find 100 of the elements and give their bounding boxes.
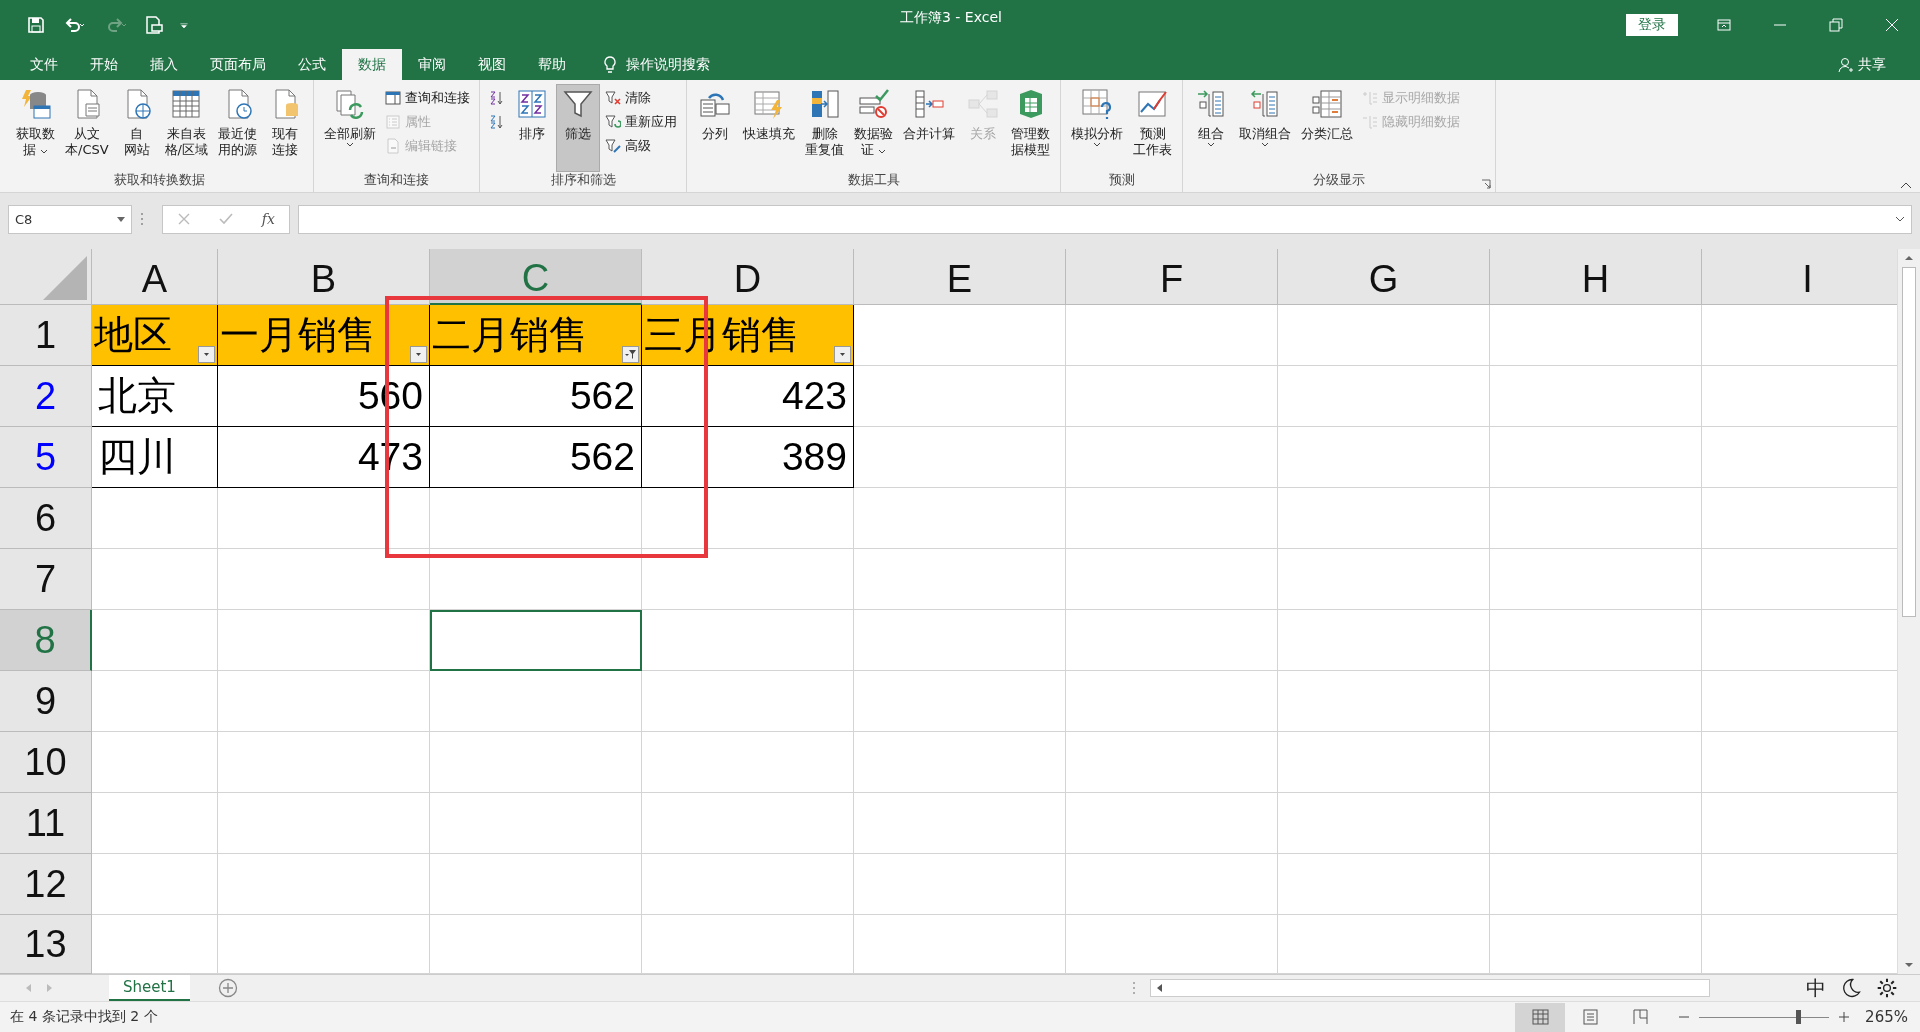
ribbon-button[interactable]: 快速填充 bbox=[739, 84, 799, 172]
grid-cell[interactable] bbox=[854, 549, 1066, 610]
add-sheet-icon[interactable] bbox=[217, 978, 238, 998]
drag-handle-icon[interactable] bbox=[140, 212, 144, 226]
filter-dropdown-button[interactable] bbox=[198, 346, 215, 363]
row-header[interactable]: 1 bbox=[0, 305, 92, 366]
column-header[interactable]: B bbox=[218, 249, 430, 305]
grid-cell[interactable] bbox=[854, 427, 1066, 488]
ribbon-button[interactable]: 预测 工作表 bbox=[1129, 84, 1176, 172]
ribbon-button[interactable]: 从文 本/CSV bbox=[61, 84, 113, 172]
row-header[interactable]: 7 bbox=[0, 549, 92, 610]
grid-cell[interactable] bbox=[218, 732, 430, 793]
grid-cell[interactable] bbox=[854, 610, 1066, 671]
previous-sheet-icon[interactable] bbox=[24, 983, 32, 993]
grid-cell[interactable] bbox=[854, 732, 1066, 793]
column-header[interactable]: A bbox=[92, 249, 218, 305]
grid-cell[interactable] bbox=[92, 610, 218, 671]
ribbon-tab[interactable]: 文件 bbox=[14, 49, 74, 80]
column-header[interactable]: C bbox=[430, 249, 642, 305]
grid-cell[interactable] bbox=[1490, 305, 1702, 366]
ribbon-tab[interactable]: 审阅 bbox=[402, 49, 462, 80]
zoom-in-icon[interactable] bbox=[1839, 1012, 1850, 1022]
grid-cell[interactable] bbox=[1066, 366, 1278, 427]
grid-cell[interactable] bbox=[642, 610, 854, 671]
vertical-scrollbar[interactable] bbox=[1897, 249, 1920, 974]
dialog-launcher-icon[interactable] bbox=[1481, 179, 1491, 189]
grid-cell[interactable] bbox=[854, 671, 1066, 732]
grid-cell[interactable] bbox=[218, 549, 430, 610]
grid-cell[interactable] bbox=[642, 793, 854, 854]
column-header[interactable]: F bbox=[1066, 249, 1278, 305]
grid-cell[interactable] bbox=[1278, 854, 1490, 915]
grid-cell[interactable] bbox=[92, 549, 218, 610]
grid-cell[interactable] bbox=[218, 671, 430, 732]
grid-cell[interactable] bbox=[642, 549, 854, 610]
split-handle-icon[interactable] bbox=[1132, 981, 1136, 995]
grid-cell[interactable] bbox=[1066, 732, 1278, 793]
scroll-up-icon[interactable] bbox=[1904, 253, 1914, 263]
column-header[interactable]: H bbox=[1490, 249, 1702, 305]
tell-me-field[interactable]: 操作说明搜索 bbox=[626, 55, 710, 74]
ribbon-tab[interactable]: 视图 bbox=[462, 49, 522, 80]
active-cell[interactable] bbox=[430, 610, 642, 671]
ribbon-button[interactable]: 自 网站 bbox=[114, 84, 159, 172]
grid-cell[interactable] bbox=[1066, 488, 1278, 549]
grid-cell[interactable] bbox=[854, 854, 1066, 915]
sheet-tab[interactable]: Sheet1 bbox=[109, 975, 190, 1001]
grid-cell[interactable] bbox=[92, 854, 218, 915]
grid-cell[interactable] bbox=[430, 488, 642, 549]
grid-cell[interactable] bbox=[218, 793, 430, 854]
login-button[interactable]: 登录 bbox=[1626, 13, 1678, 36]
row-header[interactable]: 13 bbox=[0, 915, 92, 974]
grid-cell[interactable] bbox=[1066, 793, 1278, 854]
row-header[interactable]: 10 bbox=[0, 732, 92, 793]
grid-cell[interactable] bbox=[1278, 549, 1490, 610]
row-header[interactable]: 9 bbox=[0, 671, 92, 732]
grid-cell[interactable] bbox=[1066, 610, 1278, 671]
ribbon-button[interactable]: 分类汇总 bbox=[1297, 84, 1357, 172]
ribbon-button[interactable]: 排序 bbox=[510, 84, 554, 172]
zoom-thumb[interactable] bbox=[1795, 1010, 1801, 1024]
grid-cell[interactable] bbox=[1066, 854, 1278, 915]
grid-cell[interactable] bbox=[642, 732, 854, 793]
ribbon-button[interactable]: 模拟分析 bbox=[1067, 84, 1127, 172]
expand-icon[interactable] bbox=[1895, 216, 1905, 222]
moon-icon[interactable] bbox=[1840, 977, 1862, 999]
ribbon-button[interactable]: 合并计算 bbox=[899, 84, 959, 172]
column-header[interactable]: G bbox=[1278, 249, 1490, 305]
grid-cell[interactable] bbox=[854, 488, 1066, 549]
column-header[interactable]: I bbox=[1702, 249, 1897, 305]
grid-cell[interactable] bbox=[1278, 793, 1490, 854]
zoom-level[interactable]: 265% bbox=[1865, 1008, 1908, 1026]
grid-cell[interactable] bbox=[1490, 427, 1702, 488]
ribbon-button[interactable]: 查询和连接 bbox=[382, 88, 473, 108]
share-button[interactable]: 共享 bbox=[1832, 49, 1892, 80]
formula-input[interactable] bbox=[298, 204, 1912, 234]
grid-cell[interactable] bbox=[1278, 427, 1490, 488]
grid-cell[interactable] bbox=[218, 610, 430, 671]
ribbon-tab[interactable]: 数据 bbox=[342, 49, 402, 80]
ribbon-button[interactable]: 来自表 格/区域 bbox=[160, 84, 212, 172]
grid-cell[interactable] bbox=[1278, 671, 1490, 732]
column-header[interactable]: D bbox=[642, 249, 854, 305]
grid-cell[interactable] bbox=[92, 488, 218, 549]
grid-cell[interactable] bbox=[430, 549, 642, 610]
ribbon-button[interactable]: 管理数 据模型 bbox=[1007, 84, 1054, 172]
ribbon-button[interactable]: 高级 bbox=[602, 136, 680, 156]
ribbon-tab[interactable]: 插入 bbox=[134, 49, 194, 80]
insert-function-button[interactable]: fx bbox=[261, 211, 275, 227]
row-header[interactable]: 5 bbox=[0, 427, 92, 488]
filter-dropdown-button[interactable] bbox=[410, 346, 427, 363]
ribbon-tab[interactable]: 公式 bbox=[282, 49, 342, 80]
ribbon-button[interactable]: 组合 bbox=[1189, 84, 1233, 172]
grid-cell[interactable] bbox=[92, 793, 218, 854]
scroll-down-icon[interactable] bbox=[1904, 960, 1914, 970]
filter-dropdown-button[interactable] bbox=[834, 346, 851, 363]
horizontal-scrollbar[interactable] bbox=[1150, 979, 1710, 997]
grid-cell[interactable] bbox=[218, 854, 430, 915]
grid-cell[interactable] bbox=[1490, 488, 1702, 549]
input-mode-button[interactable]: 中 bbox=[1806, 976, 1826, 1000]
cancel-icon[interactable] bbox=[177, 212, 192, 226]
settings-icon[interactable] bbox=[1876, 977, 1898, 999]
name-box[interactable]: C8 bbox=[8, 204, 132, 234]
ribbon-button[interactable]: 删除 重复值 bbox=[801, 84, 848, 172]
